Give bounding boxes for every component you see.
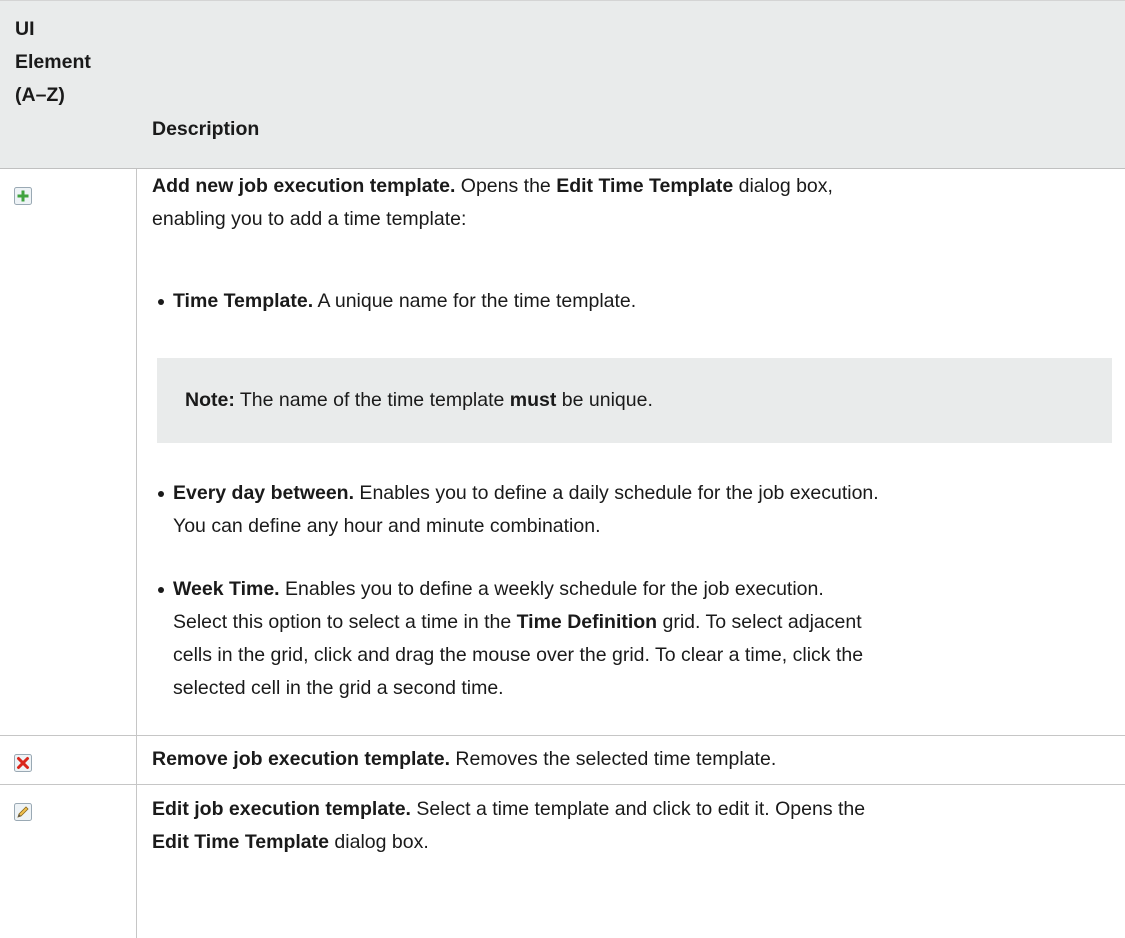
table-row-edit: Edit job execution template. Select a ti… [0,785,1125,938]
dialog-name: Edit Time Template [152,831,329,853]
item-title: Time Template. [173,290,314,312]
bullet-dot [158,299,164,305]
text: selected cell in the grid a second time. [173,677,504,699]
item-title: Every day between. [173,482,355,504]
text: cells in the grid, click and drag the mo… [173,644,864,666]
text: Opens the [455,175,557,197]
ui-element-table: UI Element (A–Z) Description Add new job… [0,0,1125,938]
edit-description: Edit job execution template. Select a ti… [152,793,1112,859]
item-title: Edit job execution template. [152,798,411,820]
column-header-description: Description [152,118,260,140]
remove-x-icon[interactable] [14,750,32,772]
text: dialog box, [733,175,833,197]
text: be unique. [556,389,653,411]
text: Enables you to define a daily schedule f… [354,482,879,504]
text: Removes the selected time template. [450,748,777,770]
text: You can define any hour and minute combi… [173,515,601,537]
header-line: (A–Z) [15,84,65,106]
bullet-dot [158,491,164,497]
text: grid. To select adjacent [657,611,862,633]
remove-description: Remove job execution template. Removes t… [152,743,1112,776]
note-label: Note: [185,389,235,411]
table-row-add: Add new job execution template. Opens th… [0,169,1125,736]
text-emphasis: must [509,389,557,411]
edit-pencil-icon[interactable] [14,799,32,821]
column-header-ui-element: UI Element (A–Z) [15,13,133,112]
text: dialog box. [329,831,429,853]
text: The name of the time template [234,389,510,411]
item-title: Remove job execution template. [152,748,450,770]
text: enabling you to add a time template: [152,208,467,230]
text: A unique name for the time template. [313,290,637,312]
table-row-remove: Remove job execution template. Removes t… [0,736,1125,785]
header-line: Element [15,51,91,73]
add-plus-icon[interactable] [14,183,32,205]
table-header-row: UI Element (A–Z) Description [0,0,1125,169]
text: Select a time template and click to edit… [410,798,866,820]
text: Select this option to select a time in t… [173,611,517,633]
header-line: UI [15,18,35,40]
grid-name: Time Definition [516,611,658,633]
note-box: Note: The name of the time template must… [157,358,1112,443]
text: Enables you to define a weekly schedule … [279,578,824,600]
bullet-dot [158,587,164,593]
item-title: Add new job execution template. [152,175,456,197]
dialog-name: Edit Time Template [556,175,734,197]
item-title: Week Time. [173,578,280,600]
add-description: Add new job execution template. Opens th… [152,170,1112,236]
